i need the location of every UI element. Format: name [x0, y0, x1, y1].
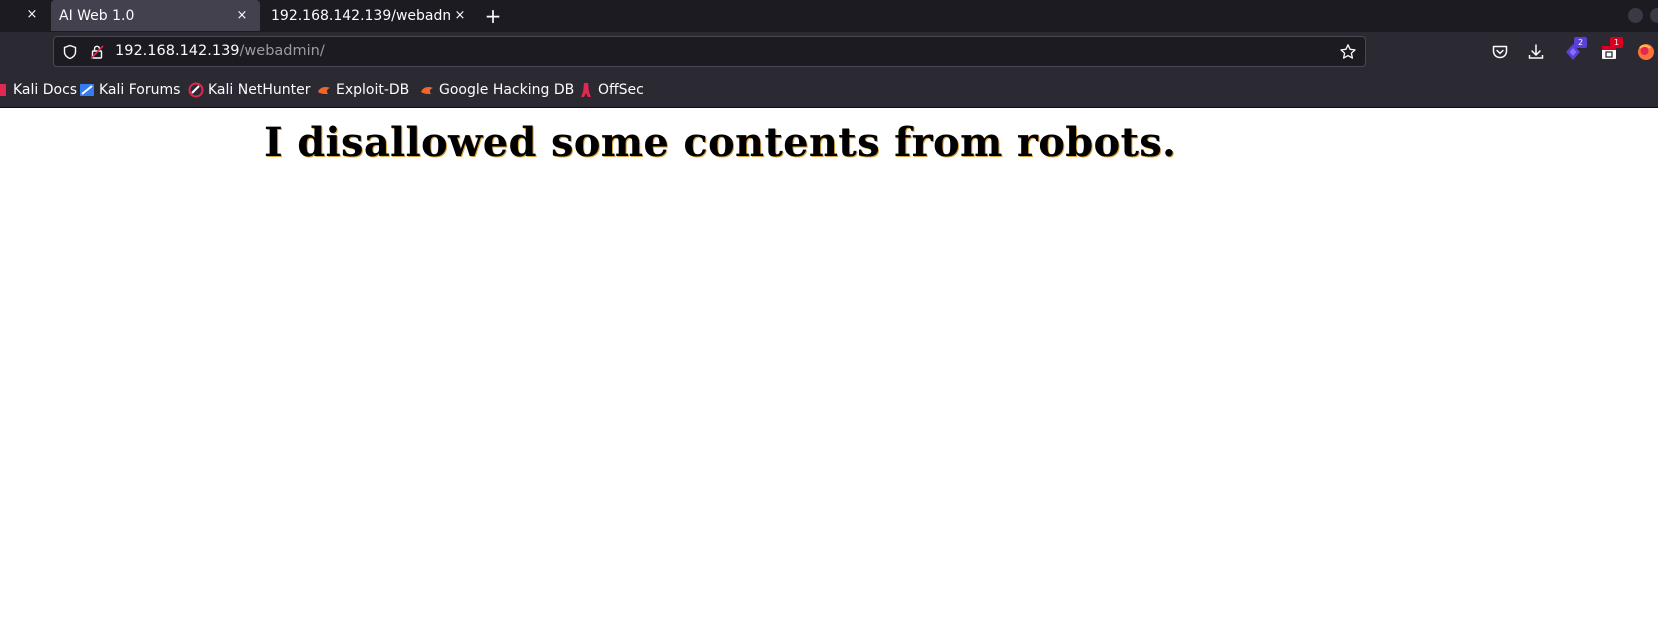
bookmark-offsec[interactable]: OffSec: [578, 80, 644, 100]
window-control-icon[interactable]: [1650, 8, 1658, 23]
page-content: I disallowed some contents from robots.: [0, 109, 1658, 640]
navigation-toolbar: 192.168.142.139/webadmin/ 2 1: [0, 32, 1658, 72]
extension-icon[interactable]: 2: [1563, 37, 1587, 62]
bookmark-exploit-db[interactable]: Exploit-DB: [316, 80, 409, 100]
tab-strip: × AI Web 1.0 × 192.168.142.139/webadmin …: [0, 0, 1658, 32]
exploit-db-icon: [318, 87, 330, 94]
bookmark-label: Google Hacking DB: [439, 82, 575, 98]
download-icon[interactable]: [1526, 42, 1546, 62]
new-tab-button[interactable]: +: [481, 4, 505, 28]
page-heading: I disallowed some contents from robots.: [264, 119, 1177, 166]
url-bar[interactable]: 192.168.142.139/webadmin/: [53, 36, 1366, 67]
close-tab-icon[interactable]: ×: [232, 6, 252, 26]
kali-forums-icon: [80, 84, 94, 96]
bookmark-label: Kali NetHunter: [208, 82, 311, 98]
tab-title: AI Web 1.0: [59, 7, 135, 24]
bookmark-kali-forums[interactable]: Kali Forums: [79, 80, 180, 100]
kali-docs-icon: [0, 84, 6, 96]
tab-title: 192.168.142.139/webadmin: [271, 7, 450, 24]
window-control-icon[interactable]: [1628, 8, 1643, 23]
tab-webadmin[interactable]: 192.168.142.139/webadmin ×: [263, 0, 478, 31]
bookmark-label: OffSec: [598, 82, 644, 98]
url-text[interactable]: 192.168.142.139/webadmin/: [115, 43, 325, 59]
bookmark-label: Kali Forums: [99, 82, 181, 98]
firefox-account-icon[interactable]: [1636, 42, 1656, 62]
calendar-icon[interactable]: 1: [1599, 37, 1623, 62]
bookmark-google-hacking-db[interactable]: Google Hacking DB: [419, 80, 574, 100]
url-host: 192.168.142.139: [115, 43, 240, 59]
google-hacking-db-icon: [421, 87, 433, 94]
kali-nethunter-icon: [188, 82, 204, 98]
pocket-icon[interactable]: [1490, 42, 1510, 62]
bookmarks-toolbar: Kali Docs Kali Forums Kali NetHunter Exp…: [0, 72, 1658, 108]
lock-icon[interactable]: [89, 44, 105, 60]
star-icon[interactable]: [1339, 43, 1357, 61]
bookmark-kali-docs[interactable]: Kali Docs: [0, 80, 77, 100]
url-path: /webadmin/: [239, 43, 325, 59]
extension-badge: 2: [1574, 37, 1587, 48]
offsec-icon: [581, 83, 591, 97]
bookmark-label: Kali Docs: [13, 82, 78, 98]
close-tab-icon[interactable]: ×: [450, 6, 470, 26]
calendar-badge: 1: [1610, 37, 1623, 48]
bookmark-label: Exploit-DB: [336, 82, 410, 98]
close-tab-icon[interactable]: ×: [22, 5, 42, 25]
tab-ai-web[interactable]: AI Web 1.0 ×: [51, 0, 260, 31]
shield-icon[interactable]: [62, 44, 78, 60]
bookmark-kali-nethunter[interactable]: Kali NetHunter: [188, 80, 310, 100]
